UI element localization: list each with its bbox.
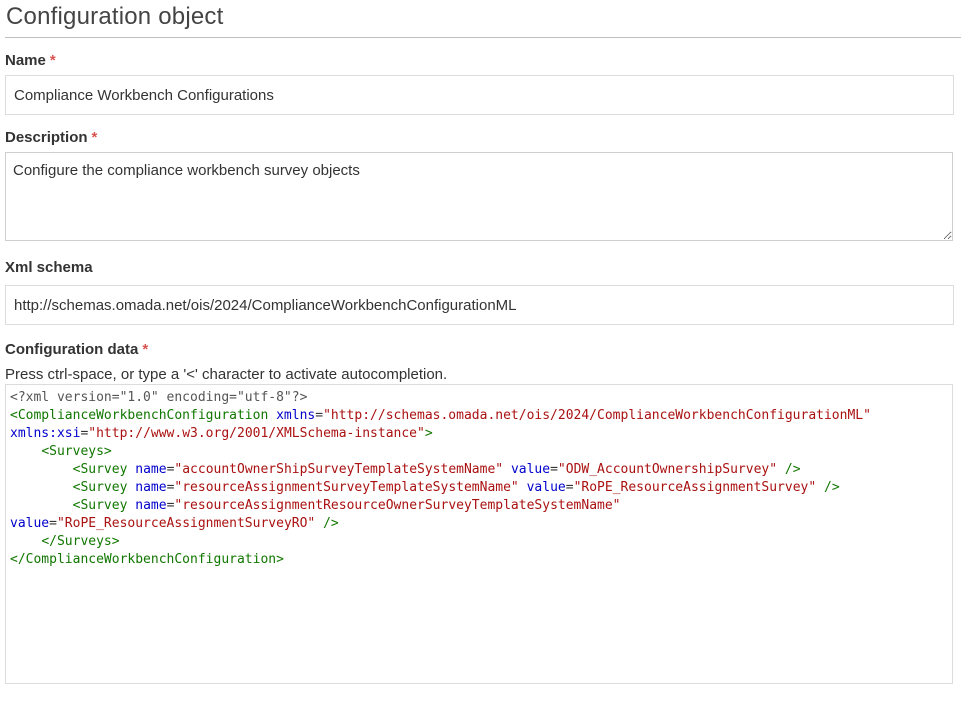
xml-schema-label: Xml schema	[5, 259, 93, 276]
code-token-attr: name	[135, 462, 167, 477]
code-token-plain: =	[315, 408, 324, 423]
code-token-tag: />	[323, 516, 339, 531]
description-textarea[interactable]: Configure the compliance workbench surve…	[5, 152, 953, 241]
code-token-plain: =	[49, 516, 57, 531]
code-token-str: "ODW_AccountOwnershipSurvey"	[557, 462, 778, 477]
code-line: </ComplianceWorkbenchConfiguration>	[10, 551, 948, 569]
code-token-str: "http://www.w3.org/2001/XMLSchema-instan…	[88, 426, 425, 441]
code-token-str: "RoPE_ResourceAssignmentSurveyRO"	[56, 516, 316, 531]
code-token-attr: value	[10, 516, 50, 531]
code-token-attr: name	[135, 498, 167, 513]
code-line: <Survey name = "accountOwnerShipSurveyTemp…	[10, 461, 948, 479]
code-token-str: "http://schemas.omada.net/ois/2024/Compl…	[323, 408, 871, 423]
required-marker: *	[49, 52, 56, 69]
description-label-text: Description	[5, 129, 88, 146]
code-token-tag: <Surveys>	[41, 444, 112, 459]
code-token-tag: />	[784, 462, 801, 477]
configuration-data-code-editor[interactable]: <?xml version="1.0" encoding="utf-8"?> <C…	[5, 384, 953, 684]
code-line: <Survey name = "resourceAssignmentSurveyTe…	[10, 479, 948, 497]
code-token-str: "accountOwnerShipSurveyTemplateSystemNam…	[174, 462, 504, 477]
code-line: value="RoPE_ResourceAssignmentSurveyRO" …	[10, 515, 948, 533]
configuration-data-label: Configuration data *	[5, 341, 148, 358]
code-token-tag: </Surveys>	[41, 534, 120, 549]
xml-schema-input[interactable]	[5, 285, 954, 325]
code-token-str: "resourceAssignmentSurveyTemplateSystemN…	[174, 480, 519, 495]
code-token-attr: name	[135, 480, 167, 495]
code-token-tag: <Survey	[72, 498, 128, 513]
code-token-attr: xmlns:xsi	[10, 426, 81, 441]
autocomplete-hint: Press ctrl-space, or type a '<' characte…	[5, 366, 448, 383]
configuration-object-form: Configuration object Name* Description* …	[0, 0, 961, 703]
title-divider	[5, 37, 961, 38]
code-token-tag: <ComplianceWorkbenchConfiguration	[10, 408, 269, 423]
name-label: Name *	[5, 52, 56, 69]
code-token-tag: <Survey	[72, 462, 128, 477]
code-token-tag: />	[824, 480, 840, 495]
code-token-attr: value	[510, 462, 551, 477]
name-label-text: Name	[5, 52, 46, 69]
code-token-meta: <?xml version="1.0" encoding="utf-8"?>	[10, 390, 308, 405]
code-token-plain: =	[550, 462, 558, 477]
code-token-tag: </ComplianceWorkbenchConfiguration>	[10, 552, 284, 567]
code-token-tag: <Survey	[72, 480, 128, 495]
code-token-str: "RoPE_ResourceAssignmentSurvey"	[573, 480, 817, 495]
code-line: </Surveys>	[10, 533, 948, 551]
code-token-str: "resourceAssignmentResourceOwnerSurveyTe…	[174, 498, 621, 513]
page-title: Configuration object	[6, 3, 224, 30]
code-token-attr: xmlns	[276, 408, 316, 423]
required-marker: *	[91, 129, 98, 146]
description-label: Description *	[5, 129, 97, 146]
configuration-data-label-text: Configuration data	[5, 341, 139, 358]
code-line: <ComplianceWorkbenchConfiguration xmlns=…	[10, 407, 948, 425]
required-marker: *	[142, 341, 149, 358]
code-token-plain: =	[565, 480, 574, 495]
code-token-tag: >	[424, 426, 433, 441]
xml-schema-label-text: Xml schema	[5, 259, 93, 276]
code-token-attr: value	[526, 480, 566, 495]
code-line: <?xml version="1.0" encoding="utf-8"?>	[10, 389, 948, 407]
code-line: xmlns:xsi="http://www.w3.org/2001/XMLSch…	[10, 425, 948, 443]
code-line: <Survey name="resourceAssignmentResource…	[10, 497, 948, 515]
name-input[interactable]	[5, 75, 954, 115]
code-line: <Surveys>	[10, 443, 948, 461]
